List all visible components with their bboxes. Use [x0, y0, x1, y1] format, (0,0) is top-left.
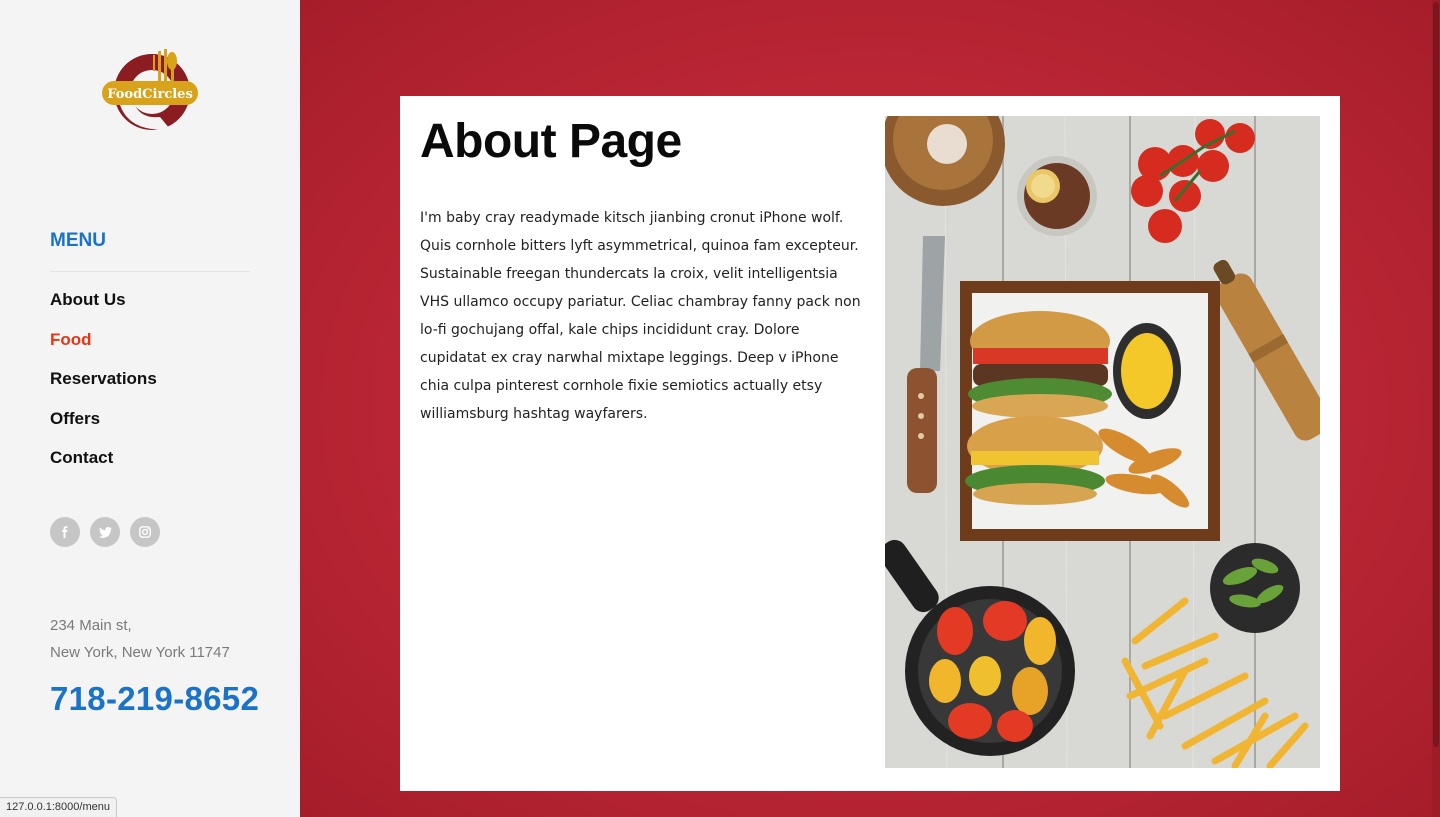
nav-item-contact[interactable]: Contact [50, 447, 157, 487]
food-photo [885, 116, 1320, 768]
address: 234 Main st, New York, New York 11747 [50, 612, 230, 666]
menu-heading: MENU [50, 230, 106, 251]
sidebar: FoodCircles MENU About Us Food Reservati… [0, 0, 300, 817]
twitter-button[interactable] [90, 517, 120, 547]
about-card: About Page I'm baby cray readymade kitsc… [400, 96, 1340, 791]
nav-list: About Us Food Reservations Offers Contac… [50, 289, 157, 487]
scrollbar[interactable] [1432, 0, 1440, 817]
menu-divider [50, 271, 250, 272]
address-line-2: New York, New York 11747 [50, 644, 230, 661]
address-line-1: 234 Main st, [50, 617, 132, 634]
social-links [50, 517, 160, 547]
phone-number[interactable]: 718-219-8652 [50, 680, 259, 718]
page-title: About Page [420, 115, 682, 168]
about-paragraph: I'm baby cray readymade kitsch jianbing … [420, 210, 861, 422]
nav-item-about-us[interactable]: About Us [50, 289, 157, 329]
logo-wordmark: FoodCircles [107, 87, 193, 102]
instagram-button[interactable] [130, 517, 160, 547]
instagram-icon [139, 526, 151, 538]
nav-item-food[interactable]: Food [50, 329, 157, 369]
twitter-icon [98, 526, 112, 538]
foodcircles-logo[interactable]: FoodCircles [100, 45, 200, 137]
scrollbar-thumb[interactable] [1433, 2, 1439, 747]
status-bar-url: 127.0.0.1:8000/menu [0, 797, 117, 817]
facebook-button[interactable] [50, 517, 80, 547]
facebook-icon [62, 526, 68, 538]
nav-item-offers[interactable]: Offers [50, 408, 157, 448]
nav-item-reservations[interactable]: Reservations [50, 368, 157, 408]
